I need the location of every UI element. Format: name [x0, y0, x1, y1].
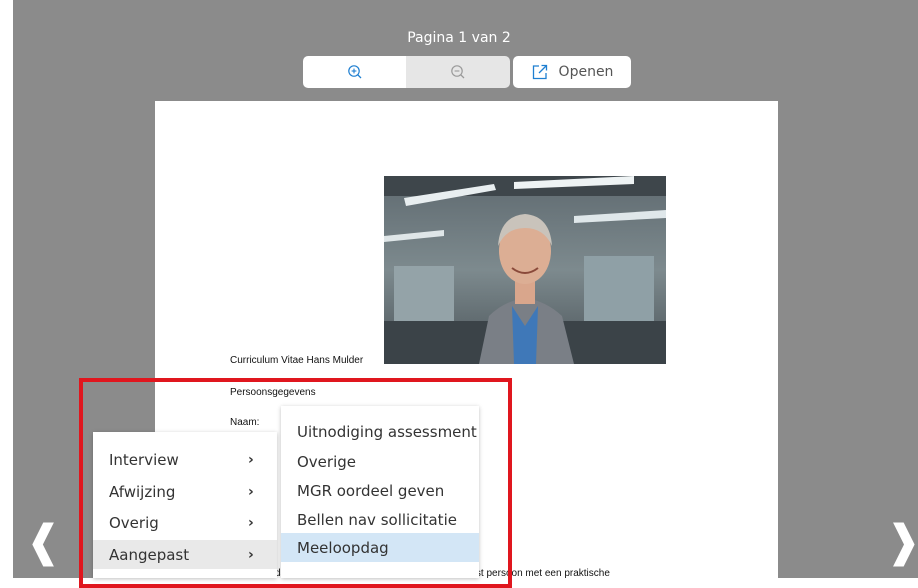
context-menu: Interview › Afwijzing › Overig › Aangepa… [93, 432, 277, 578]
zoom-out-icon [451, 65, 465, 79]
menu-item-label: Overig [109, 513, 159, 532]
page-indicator: Pagina 1 van 2 [407, 30, 511, 46]
external-link-icon [532, 64, 547, 80]
profile-photo [384, 176, 666, 364]
open-button-label: Openen [558, 64, 614, 80]
zoom-in-button[interactable] [303, 56, 406, 88]
menu-item-label: Afwijzing [109, 482, 176, 501]
next-page-arrow[interactable]: ❱ [885, 520, 918, 564]
submenu-item-label: Overige [297, 452, 356, 471]
chevron-right-icon: › [248, 483, 254, 500]
submenu-item-mgr-oordeel-geven[interactable]: MGR oordeel geven [281, 476, 479, 505]
submenu-aangepast: Uitnodiging assessment Overige MGR oorde… [281, 406, 479, 578]
zoom-out-button[interactable] [406, 56, 510, 88]
menu-item-interview[interactable]: Interview › [93, 445, 277, 474]
submenu-item-label: Uitnodiging assessment [297, 422, 477, 441]
menu-item-label: Aangepast [109, 545, 190, 564]
menu-item-label: Interview [109, 450, 179, 469]
previous-page-arrow[interactable]: ❰ [25, 520, 62, 564]
submenu-item-bellen-nav-sollicitatie[interactable]: Bellen nav sollicitatie [281, 505, 479, 534]
menu-item-afwijzing[interactable]: Afwijzing › [93, 477, 277, 506]
menu-item-overig[interactable]: Overig › [93, 508, 277, 537]
chevron-right-icon: › [248, 514, 254, 531]
zoom-in-icon [347, 65, 361, 79]
open-button[interactable]: Openen [513, 56, 631, 88]
viewer-toolbar: Openen [303, 56, 631, 88]
submenu-item-meeloopdag[interactable]: Meeloopdag [281, 533, 479, 562]
cv-title: Curriculum Vitae Hans Mulder [230, 355, 364, 366]
menu-item-aangepast[interactable]: Aangepast › [93, 540, 277, 569]
submenu-item-label: Bellen nav sollicitatie [297, 510, 457, 529]
submenu-item-uitnodiging-assessment[interactable]: Uitnodiging assessment [281, 417, 479, 446]
submenu-item-label: Meeloopdag [297, 538, 389, 557]
submenu-item-label: MGR oordeel geven [297, 481, 445, 500]
chevron-right-icon: › [248, 451, 254, 468]
chevron-right-icon: › [248, 546, 254, 563]
submenu-item-overige[interactable]: Overige [281, 447, 479, 476]
